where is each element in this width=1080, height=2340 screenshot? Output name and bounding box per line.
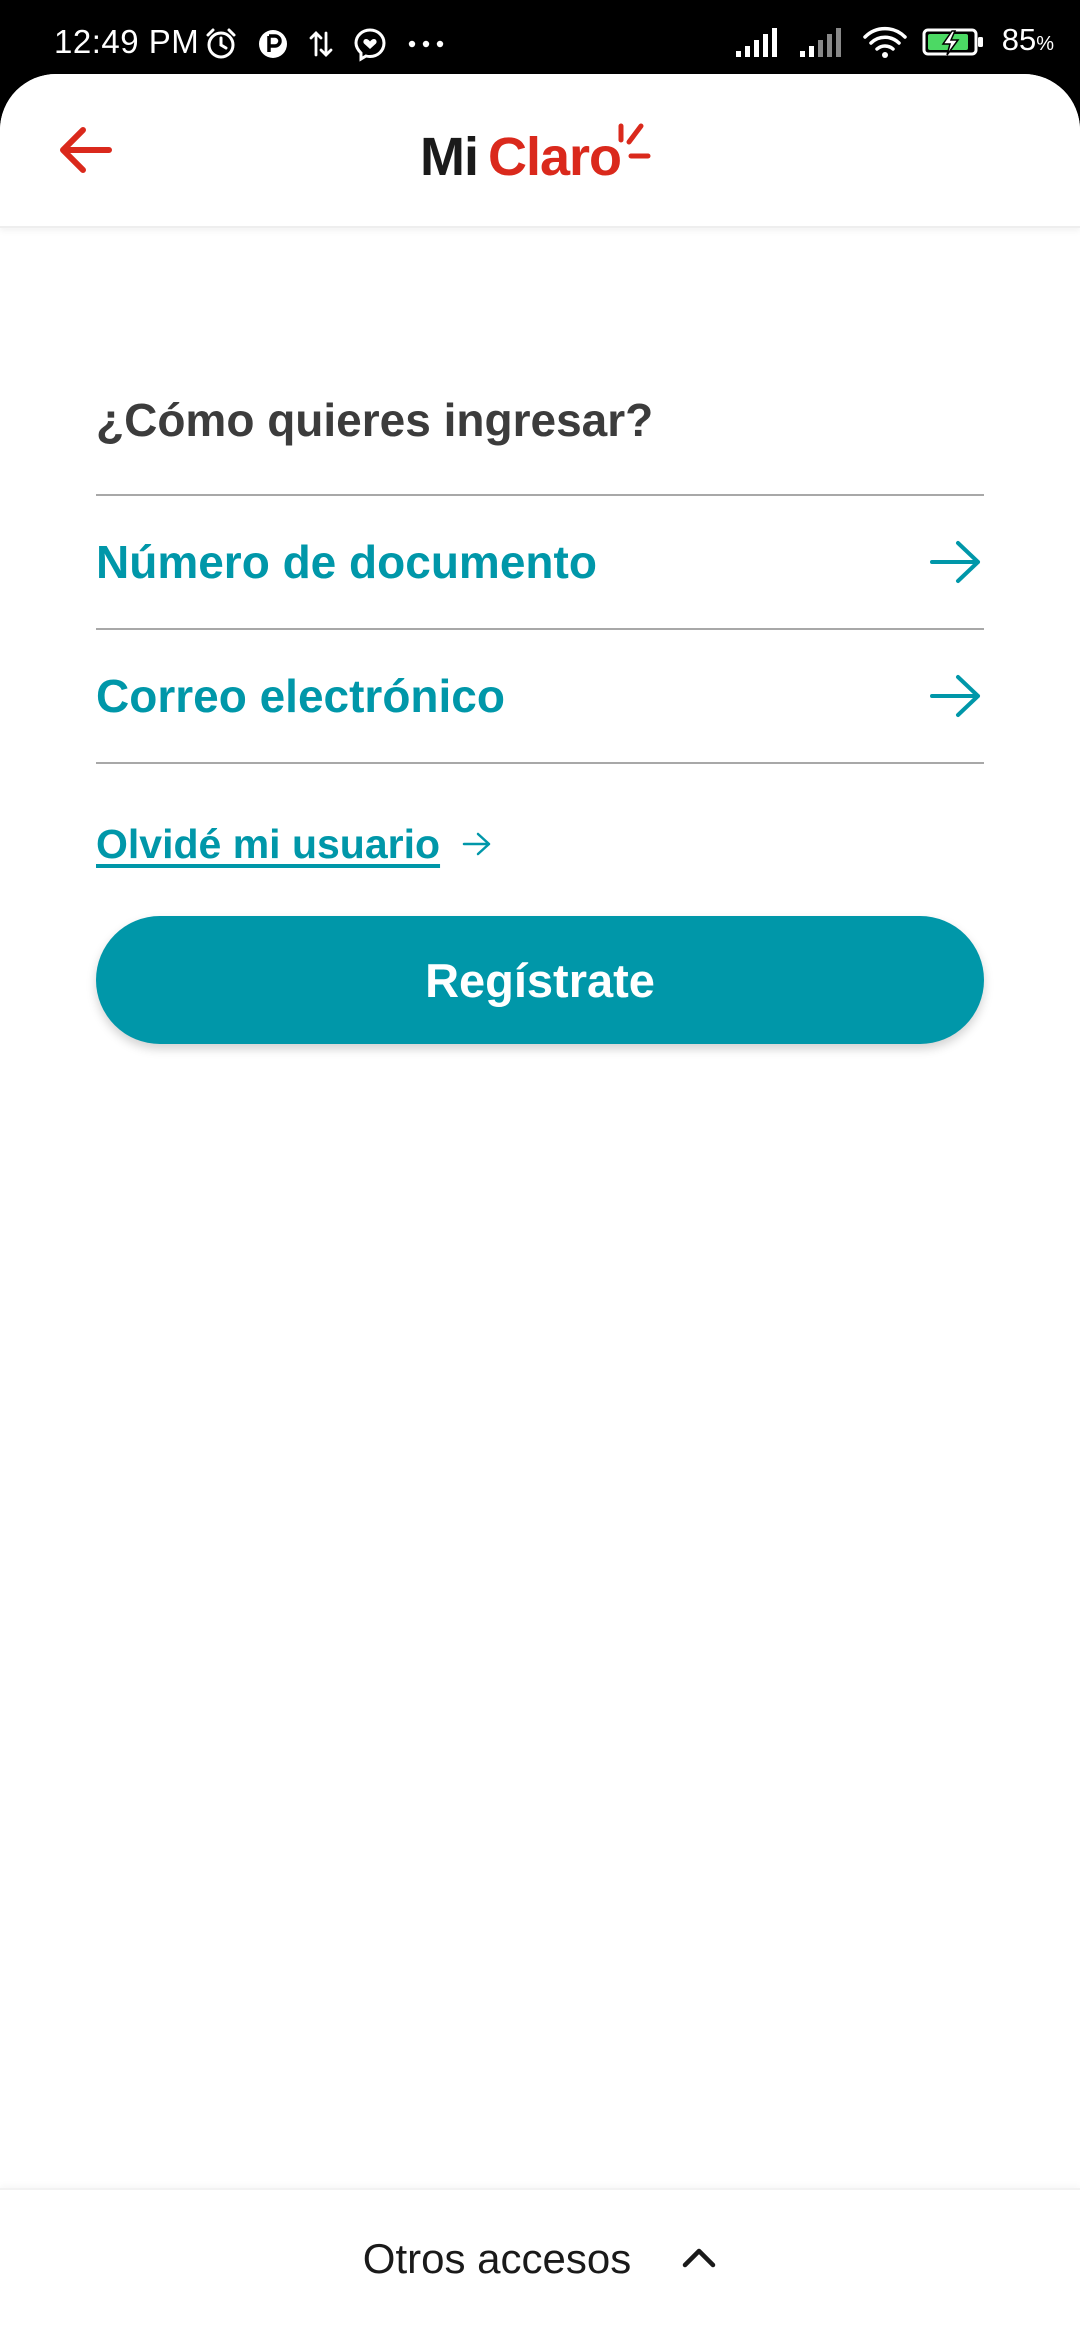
battery-charging-icon [922,28,983,56]
data-transfer-icon [309,31,333,57]
app-notification-icon [259,30,287,58]
more-dots-icon [408,40,444,48]
page-title: ¿Cómo quieres ingresar? [96,394,654,446]
option-document-number[interactable]: Número de documento [96,494,984,628]
logo-claro-text: Claro [488,127,622,187]
other-access-bar[interactable]: Otros accesos [0,2188,1080,2340]
claro-rays-icon [618,123,651,159]
option-email[interactable]: Correo electrónico [96,628,984,764]
option-label: Número de documento [96,536,597,588]
app-screen: Mi Claro ¿Cómo quieres ingresar? Número … [0,74,1080,2340]
alarm-icon [206,28,236,59]
status-time: 12:49 PM [54,23,200,60]
battery-percent: 85% [1001,22,1054,57]
chevron-up-icon[interactable] [681,2245,717,2269]
signal-icon [735,28,777,57]
logo-mi-text: Mi [420,127,479,187]
signal-2-icon [799,28,841,57]
forgot-username-link[interactable]: Olvidé mi usuario [96,816,492,872]
arrow-left-icon [60,127,112,173]
register-button[interactable]: Regístrate [96,916,984,1044]
arrow-right-icon [930,541,980,583]
mi-claro-logo: Mi Claro [420,120,651,190]
status-icons-right: 85% [734,22,1054,62]
option-label: Correo electrónico [96,670,505,722]
app-header: Mi Claro [0,74,1080,228]
arrow-right-icon [930,675,980,717]
wifi-icon [862,26,907,58]
messenger-icon [354,28,386,62]
back-button[interactable] [40,120,130,180]
status-bar: 12:49 PM 85% [0,0,1080,76]
forgot-username-text: Olvidé mi usuario [96,821,441,867]
status-icons-left [204,24,446,64]
other-access-label: Otros accesos [362,2235,632,2282]
arrow-right-icon [462,832,491,856]
